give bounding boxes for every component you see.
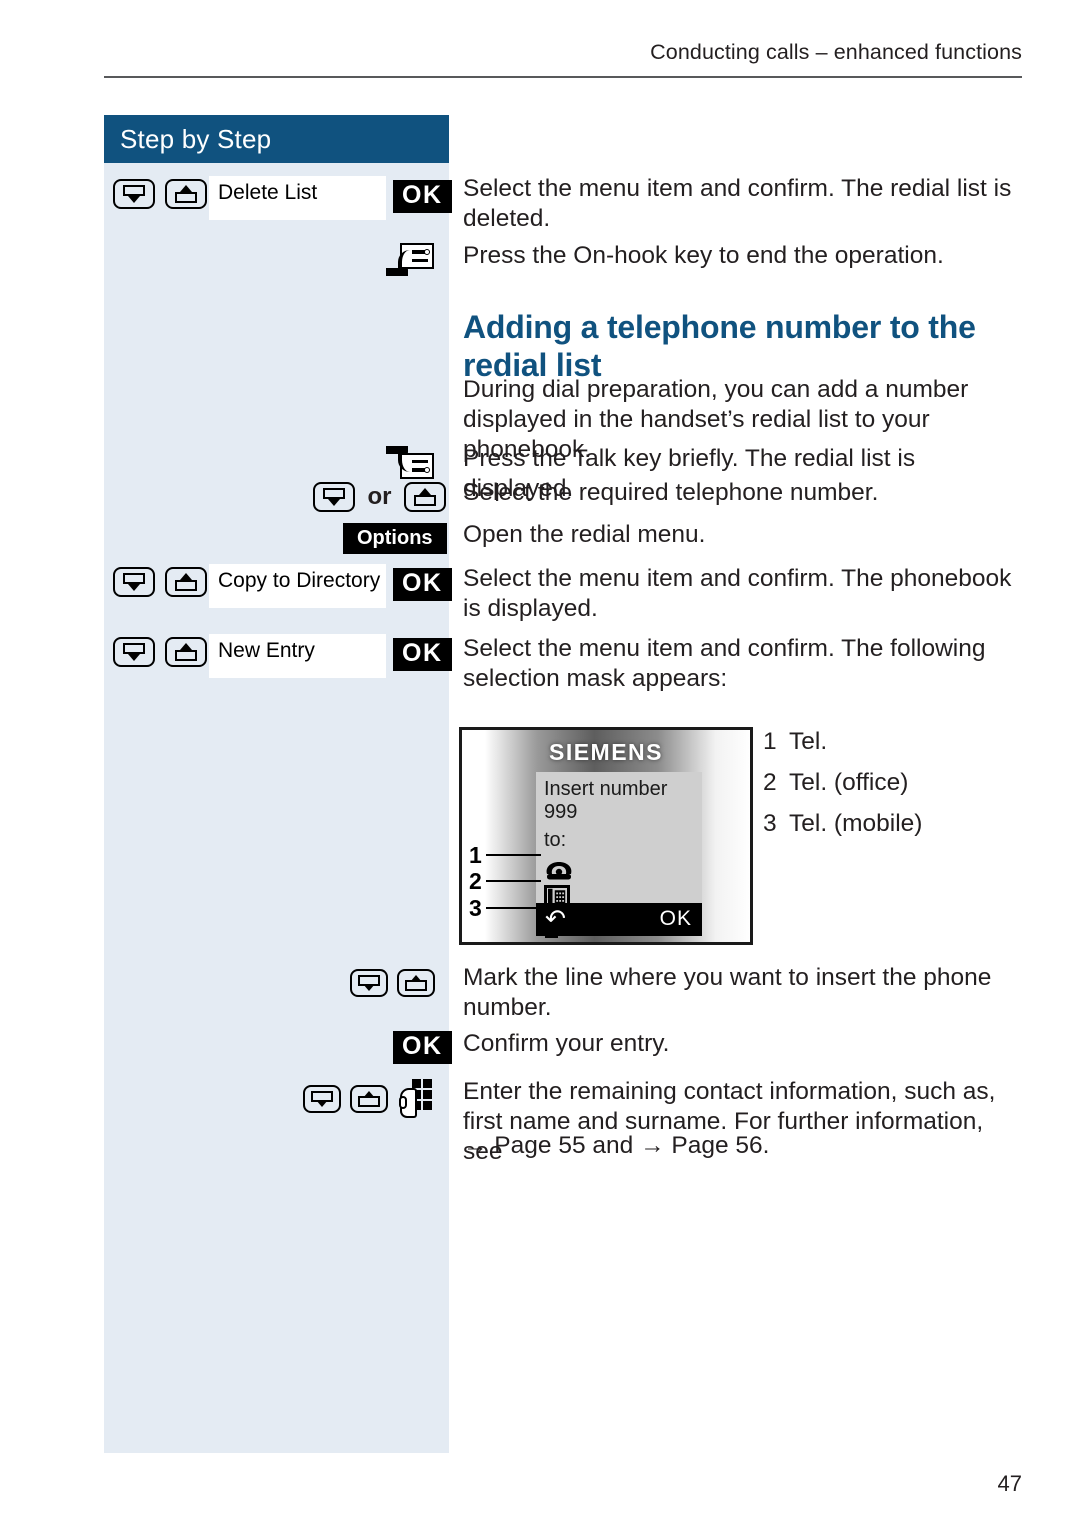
ok-button-copy-to-directory[interactable]: OK (393, 568, 452, 601)
leader-line-3 (486, 907, 542, 909)
legend-item-3: 3 Tel. (mobile) (763, 809, 922, 839)
legend-number: 1 (763, 728, 777, 755)
scroll-up-key-icon[interactable] (165, 637, 208, 667)
section-heading: Adding a telephone number to the redial … (463, 309, 976, 383)
step-keys-mark-line (350, 969, 436, 997)
menu-field-copy-to-directory[interactable]: Copy to Directory (209, 564, 386, 608)
page-number: 47 (997, 1471, 1022, 1496)
ok-button-new-entry[interactable]: OK (393, 638, 452, 671)
step-text-page-refs: → Page 55 and → Page 56. (463, 1132, 770, 1159)
legend-item-1: 1 Tel. (763, 727, 827, 757)
step-text-confirm-entry: Confirm your entry. (463, 1030, 670, 1057)
step-keys-copy-to-directory (113, 567, 208, 597)
scroll-up-key-icon[interactable] (397, 969, 436, 997)
step-text-mark-line: Mark the line where you want to insert t… (463, 964, 992, 1021)
talk-key-icon[interactable] (386, 446, 434, 479)
scroll-down-key-icon[interactable] (350, 969, 388, 997)
sidebar-header: Step by Step (104, 115, 449, 163)
step-text-on-hook: Press the On-hook key to end the operati… (463, 242, 944, 269)
lcd-line-2: 999 (544, 801, 578, 823)
legend-item-2: 2 Tel. (office) (763, 768, 908, 798)
callout-3: 3 (469, 895, 482, 921)
menu-field-delete-list[interactable]: Delete List (209, 176, 386, 220)
scroll-up-key-icon[interactable] (165, 567, 208, 597)
menu-field-label: Delete List (218, 181, 318, 204)
legend-number: 2 (763, 769, 777, 796)
leader-line-2 (486, 880, 541, 882)
scroll-up-key-icon[interactable] (350, 1085, 389, 1113)
step-keys-delete-list (113, 179, 208, 209)
document-page: Conducting calls – enhanced functions St… (0, 0, 1080, 1529)
legend-label: Tel. (789, 728, 828, 755)
siemens-logo: SIEMENS (548, 739, 664, 765)
scroll-down-key-icon[interactable] (313, 482, 355, 512)
lcd-ok-softkey[interactable]: OK (660, 907, 692, 931)
header-rule (104, 76, 1022, 78)
legend-label: Tel. (mobile) (789, 810, 923, 837)
scroll-down-key-icon[interactable] (113, 179, 155, 209)
options-softkey[interactable]: Options (343, 523, 447, 554)
scroll-down-key-icon[interactable] (303, 1085, 341, 1113)
back-arrow-icon[interactable]: ↶ (545, 904, 566, 934)
step-by-step-sidebar: Step by Step (104, 115, 449, 1453)
scroll-down-key-icon[interactable] (113, 637, 155, 667)
leader-line-1 (486, 854, 541, 856)
step-text-select-number: Select the required telephone number. (463, 479, 879, 506)
scroll-down-key-icon[interactable] (113, 567, 155, 597)
step-text-delete-list: Select the menu item and confirm. The re… (463, 175, 1012, 232)
lcd-line-1: Insert number (544, 778, 668, 800)
menu-field-label: Copy to Directory (218, 569, 381, 592)
step-keys-new-entry (113, 637, 208, 667)
scroll-up-key-icon[interactable] (403, 482, 446, 512)
sidebar-title: Step by Step (120, 124, 272, 154)
menu-field-label: New Entry (218, 639, 315, 662)
lcd-screen: Insert number 999 to: (536, 772, 702, 938)
step-text-copy-to-directory: Select the menu item and confirm. The ph… (463, 565, 1012, 622)
legend-number: 3 (763, 810, 777, 837)
scroll-up-key-icon[interactable] (165, 179, 208, 209)
options-softkey-label: Options (343, 523, 447, 554)
callout-1: 1 (469, 842, 482, 868)
step-text-open-menu: Open the redial menu. (463, 521, 706, 548)
legend-label: Tel. (office) (789, 769, 909, 796)
running-header: Conducting calls – enhanced functions (650, 40, 1022, 64)
menu-field-new-entry[interactable]: New Entry (209, 634, 386, 678)
ok-button-confirm-entry[interactable]: OK (393, 1031, 452, 1064)
step-keys-select-number: or (313, 482, 446, 512)
or-separator: or (367, 483, 392, 510)
telephone-icon[interactable] (544, 860, 574, 881)
step-keys-enter-contact (303, 1079, 435, 1119)
lcd-line-3: to: (544, 829, 567, 851)
on-hook-key-icon[interactable] (386, 243, 434, 276)
keypad-key-icon[interactable] (398, 1079, 435, 1119)
lcd-softkey-bar: ↶ OK (536, 903, 702, 936)
step-text-new-entry: Select the menu item and confirm. The fo… (463, 635, 986, 692)
callout-2: 2 (469, 868, 482, 894)
ok-button-delete-list[interactable]: OK (393, 180, 452, 213)
handset-display-figure: SIEMENS Insert number 999 to: ↶ OK 1 2 3 (459, 727, 753, 945)
